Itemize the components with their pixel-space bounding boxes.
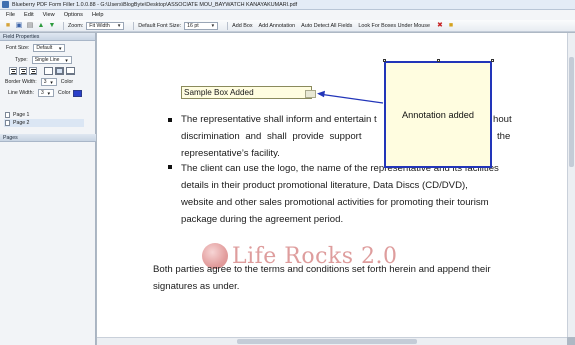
vertical-scrollbar[interactable]	[567, 33, 575, 337]
scroll-thumb[interactable]	[237, 339, 417, 344]
zoom-label: Zoom:	[68, 22, 84, 29]
down-arrow-icon[interactable]: ▼	[48, 22, 56, 30]
title-bar: Blueberry PDF Form Filler 1.0.0.88 - G:\…	[0, 0, 575, 10]
align-left-button[interactable]	[9, 67, 17, 75]
pages-header: Pages	[0, 134, 96, 142]
font-size-label: Font Size:	[6, 45, 30, 51]
zoom-select[interactable]: Fit Width ▼	[86, 21, 125, 30]
toolbar-separator	[63, 21, 64, 30]
alignment-row	[9, 67, 77, 75]
text-line: discrimination and shall provide support	[181, 131, 362, 142]
page-item-1[interactable]: Page 1	[4, 111, 84, 119]
line-color-swatch[interactable]	[73, 89, 83, 97]
chevron-down-icon: ▼	[210, 23, 216, 28]
lock-icon[interactable]: ■	[447, 22, 455, 30]
border-width-label: Border Width:	[5, 79, 37, 85]
annotation-handle[interactable]	[491, 59, 494, 62]
field-properties-header: Field Properties	[0, 33, 95, 41]
page-icon	[5, 120, 10, 126]
border-box-button[interactable]	[55, 67, 64, 75]
menu-help[interactable]: Help	[92, 12, 104, 18]
toolbar-separator	[227, 21, 229, 30]
border-underline-button[interactable]	[66, 67, 75, 75]
annotation-box[interactable]: Annotation added	[384, 61, 492, 168]
add-annotation-button[interactable]: Add Annotation	[259, 23, 296, 29]
text-line: details in their product promotional lit…	[181, 180, 468, 191]
border-color-label: Color	[60, 79, 74, 85]
look-for-boxes-button[interactable]: Look For Boxes Under Mouse	[358, 23, 430, 29]
window-title: Blueberry PDF Form Filler 1.0.0.88 - G:\…	[12, 1, 298, 8]
border-width-row: Border Width: 3 ▼ Color	[5, 78, 73, 86]
border-width-select[interactable]: 3 ▼	[40, 78, 57, 86]
scroll-thumb[interactable]	[569, 57, 574, 167]
type-row: Type: Single Line ▼	[15, 56, 72, 64]
menu-view[interactable]: View	[43, 12, 55, 18]
horizontal-scrollbar[interactable]	[97, 337, 567, 345]
bullet-icon	[168, 165, 172, 169]
bullet-icon	[168, 118, 172, 122]
line-width-select[interactable]: 3 ▼	[37, 89, 54, 97]
text-line: signatures as under.	[153, 281, 240, 292]
page-item-label: Page 2	[13, 120, 30, 126]
left-panel: Field Properties Font Size: Default ▼ Ty…	[0, 33, 96, 345]
annotation-handle[interactable]	[437, 59, 440, 62]
line-color-label: Color	[57, 90, 71, 96]
menu-bar: File Edit View Options Help	[0, 10, 575, 20]
line-width-label: Line Width:	[8, 90, 34, 96]
text-line: package during the agreement period.	[181, 214, 344, 225]
border-width-value: 3	[43, 79, 47, 85]
zoom-value: Fit Width	[89, 22, 110, 29]
document-view[interactable]: Sample Box Added The representative shal…	[97, 33, 567, 337]
app-icon	[2, 1, 9, 8]
type-label: Type:	[15, 57, 28, 63]
chevron-down-icon: ▼	[116, 23, 122, 28]
up-arrow-icon[interactable]: ▲	[37, 22, 45, 30]
menu-options[interactable]: Options	[64, 12, 83, 18]
default-font-size-label: Default Font Size:	[138, 22, 182, 29]
annotation-text: Annotation added	[401, 109, 475, 120]
text-line: Both parties agree to the terms and cond…	[153, 264, 491, 275]
auto-detect-button[interactable]: Auto Detect All Fields	[301, 23, 352, 29]
line-width-row: Line Width: 3 ▼ Color	[8, 89, 83, 97]
text-line: The representative shall inform and ente…	[181, 114, 377, 125]
align-right-button[interactable]	[29, 67, 37, 75]
chevron-down-icon: ▼	[49, 79, 54, 85]
delete-icon[interactable]: ✖	[436, 22, 444, 30]
toolbar: ■ ▣ ▤ ▲ ▼ Zoom: Fit Width ▼ Default Font…	[0, 20, 575, 32]
annotation-handle[interactable]	[383, 59, 386, 62]
menu-edit[interactable]: Edit	[24, 12, 34, 18]
type-value: Single Line	[34, 57, 60, 63]
open-folder-icon[interactable]: ■	[4, 22, 12, 30]
chevron-down-icon: ▼	[64, 57, 69, 63]
default-font-size-value: 16 pt	[187, 22, 199, 29]
page-icon	[5, 112, 10, 118]
page-item-2[interactable]: Page 2	[4, 119, 84, 127]
font-size-row: Font Size: Default ▼	[6, 44, 66, 52]
toolbar-separator	[133, 21, 135, 30]
text-line: the	[497, 131, 511, 142]
add-box-button[interactable]: Add Box	[232, 23, 252, 29]
page-item-label: Page 1	[13, 112, 30, 118]
border-none-button[interactable]	[44, 67, 53, 75]
print-icon[interactable]: ▤	[26, 22, 34, 30]
font-size-value: Default	[36, 45, 53, 51]
font-size-select[interactable]: Default ▼	[33, 44, 66, 52]
chevron-down-icon: ▼	[58, 45, 63, 51]
text-line: website and other sales promotional acti…	[181, 197, 489, 208]
type-select[interactable]: Single Line ▼	[31, 56, 72, 64]
menu-file[interactable]: File	[6, 12, 15, 18]
save-icon[interactable]: ▣	[15, 22, 23, 30]
chevron-down-icon: ▼	[46, 90, 51, 96]
default-font-size-select[interactable]: 16 pt ▼	[184, 21, 219, 30]
line-width-value: 3	[40, 90, 44, 96]
text-line: hout	[493, 114, 512, 125]
align-center-button[interactable]	[19, 67, 27, 75]
